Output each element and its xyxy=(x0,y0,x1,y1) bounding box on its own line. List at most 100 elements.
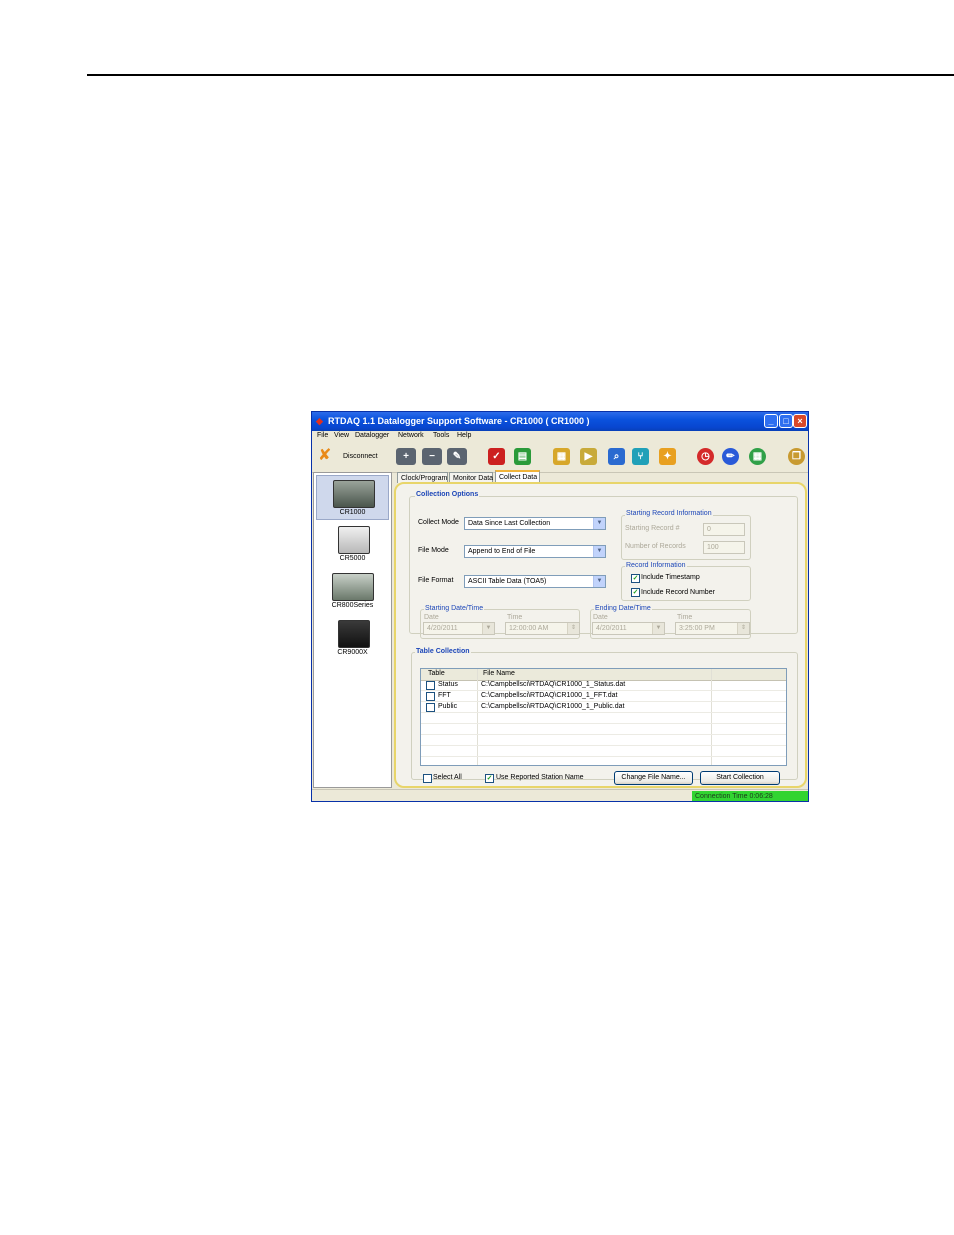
end-time-spinner[interactable]: 3:25:00 PM ⇕ xyxy=(675,622,750,635)
device-cr9000x[interactable]: CR9000X xyxy=(316,616,389,661)
menu-help[interactable]: Help xyxy=(457,432,471,439)
use-reported-station-name-checkbox[interactable]: ✓ xyxy=(485,774,494,783)
start-time-label: Time xyxy=(507,614,523,621)
row-file-name: C:\Campbellsci\RTDAQ\CR1000_1_FFT.dat xyxy=(481,692,618,699)
end-date-label: Date xyxy=(593,614,608,621)
window-icon[interactable]: ❐ xyxy=(788,448,805,465)
row-file-name: C:\Campbellsci\RTDAQ\CR1000_1_Status.dat xyxy=(481,681,626,688)
close-button[interactable]: × xyxy=(793,414,807,428)
start-date-value: 4/20/2011 xyxy=(427,625,458,632)
disconnect-label: Disconnect xyxy=(343,453,378,460)
start-collection-button[interactable]: Start Collection xyxy=(700,771,780,785)
end-date-picker[interactable]: 4/20/2011 ▼ xyxy=(592,622,665,635)
calculator-icon[interactable]: ▦ xyxy=(749,448,766,465)
app-icon: ◆ xyxy=(316,416,323,426)
maximize-button[interactable]: □ xyxy=(779,414,793,428)
pencil-icon[interactable]: ✏ xyxy=(722,448,739,465)
chevron-down-icon: ▼ xyxy=(593,576,605,587)
chevron-down-icon: ▼ xyxy=(482,623,494,634)
minimize-button[interactable]: _ xyxy=(764,414,778,428)
row-divider xyxy=(421,723,786,724)
menu-bar: File View Datalogger Network Tools Help xyxy=(312,431,808,442)
column-header-file-name[interactable]: File Name xyxy=(483,670,515,677)
app-window: ◆ RTDAQ 1.1 Datalogger Support Software … xyxy=(311,411,809,802)
file-mode-label: File Mode xyxy=(418,547,449,554)
menu-datalogger[interactable]: Datalogger xyxy=(355,432,389,439)
column-divider xyxy=(477,669,478,765)
document-icon[interactable]: ▤ xyxy=(514,448,531,465)
checklist-icon[interactable]: ✓ xyxy=(488,448,505,465)
select-all-checkbox[interactable] xyxy=(423,774,432,783)
row-checkbox[interactable] xyxy=(426,692,435,701)
row-divider xyxy=(421,712,786,713)
starting-record-input[interactable]: 0 xyxy=(703,523,745,536)
menu-tools[interactable]: Tools xyxy=(433,432,449,439)
collect-mode-label: Collect Mode xyxy=(418,519,459,526)
stop-icon[interactable]: ◷ xyxy=(697,448,714,465)
change-file-name-button[interactable]: Change File Name... xyxy=(614,771,693,785)
column-header-table[interactable]: Table xyxy=(428,670,445,677)
disconnect-icon: ✘ xyxy=(318,447,332,464)
number-records-input[interactable]: 100 xyxy=(703,541,745,554)
toolbar: ✘ Disconnect + − ✎ ✓ ▤ ▦ ▶ ⌕ ⑂ ✦ ◷ ✏ ▦ ❐ xyxy=(312,443,808,473)
collection-options-title: Collection Options xyxy=(415,491,480,498)
device-cr1000[interactable]: CR1000 xyxy=(316,475,389,520)
start-date-picker[interactable]: 4/20/2011 ▼ xyxy=(423,622,495,635)
starting-record-label: Starting Record # xyxy=(625,525,680,532)
include-record-number-checkbox[interactable]: ✓ xyxy=(631,588,640,597)
spinner-icon: ⇕ xyxy=(737,623,749,634)
chevron-down-icon: ▼ xyxy=(593,546,605,557)
start-time-spinner[interactable]: 12:00:00 AM ⇕ xyxy=(505,622,580,635)
clear-icon[interactable]: ✦ xyxy=(659,448,676,465)
window-title: RTDAQ 1.1 Datalogger Support Software - … xyxy=(328,416,590,426)
end-time-label: Time xyxy=(677,614,693,621)
menu-file[interactable]: File xyxy=(317,432,328,439)
chart-icon[interactable]: ▦ xyxy=(553,448,570,465)
device-cr5000[interactable]: CR5000 xyxy=(316,522,389,567)
table-header: Table File Name xyxy=(421,669,786,681)
collect-data-panel: Collection Options Collect Mode Data Sin… xyxy=(394,482,807,788)
menu-network[interactable]: Network xyxy=(398,432,424,439)
row-checkbox[interactable] xyxy=(426,681,435,690)
collect-mode-value: Data Since Last Collection xyxy=(468,520,551,527)
row-divider xyxy=(421,756,786,757)
row-file-name: C:\Campbellsci\RTDAQ\CR1000_1_Public.dat xyxy=(481,703,625,710)
starting-datetime-title: Starting Date/Time xyxy=(424,605,485,612)
title-bar[interactable]: ◆ RTDAQ 1.1 Datalogger Support Software … xyxy=(312,412,808,431)
row-divider xyxy=(421,701,786,702)
row-checkbox[interactable] xyxy=(426,703,435,712)
device-label: CR800Series xyxy=(331,602,374,609)
file-format-value: ASCII Table Data (TOA5) xyxy=(468,578,547,585)
include-record-number-label: Include Record Number xyxy=(641,589,715,596)
datalogger-image xyxy=(332,573,374,601)
connection-time-indicator: Connection Time 0:06:28 xyxy=(692,791,808,801)
ending-datetime-title: Ending Date/Time xyxy=(594,605,652,612)
add-station-icon[interactable]: + xyxy=(396,448,416,465)
collect-mode-select[interactable]: Data Since Last Collection ▼ xyxy=(464,517,606,530)
network-icon[interactable]: ⑂ xyxy=(632,448,649,465)
row-divider xyxy=(421,745,786,746)
start-time-value: 12:00:00 AM xyxy=(509,625,549,632)
use-reported-station-name-label: Use Reported Station Name xyxy=(496,774,584,781)
include-timestamp-checkbox[interactable]: ✓ xyxy=(631,574,640,583)
row-divider xyxy=(421,690,786,691)
device-cr800series[interactable]: CR800Series xyxy=(316,569,389,614)
datalogger-image xyxy=(333,480,375,508)
file-format-select[interactable]: ASCII Table Data (TOA5) ▼ xyxy=(464,575,606,588)
table-collection-list: Table File Name Status C:\Campbellsci\RT… xyxy=(420,668,787,766)
file-format-label: File Format xyxy=(418,577,454,584)
disconnect-button[interactable]: ✘ Disconnect xyxy=(316,447,382,467)
starting-record-title: Starting Record Information xyxy=(625,510,713,517)
table-collection-title: Table Collection xyxy=(415,648,471,655)
run-program-icon[interactable]: ▶ xyxy=(580,448,597,465)
find-icon[interactable]: ⌕ xyxy=(608,448,625,465)
menu-view[interactable]: View xyxy=(334,432,349,439)
end-date-value: 4/20/2011 xyxy=(596,625,627,632)
remove-station-icon[interactable]: − xyxy=(422,448,442,465)
row-table-name: Status xyxy=(438,681,458,688)
edit-station-icon[interactable]: ✎ xyxy=(447,448,467,465)
file-mode-select[interactable]: Append to End of File ▼ xyxy=(464,545,606,558)
chevron-down-icon: ▼ xyxy=(652,623,664,634)
datalogger-image xyxy=(338,620,370,648)
number-records-label: Number of Records xyxy=(625,543,686,550)
